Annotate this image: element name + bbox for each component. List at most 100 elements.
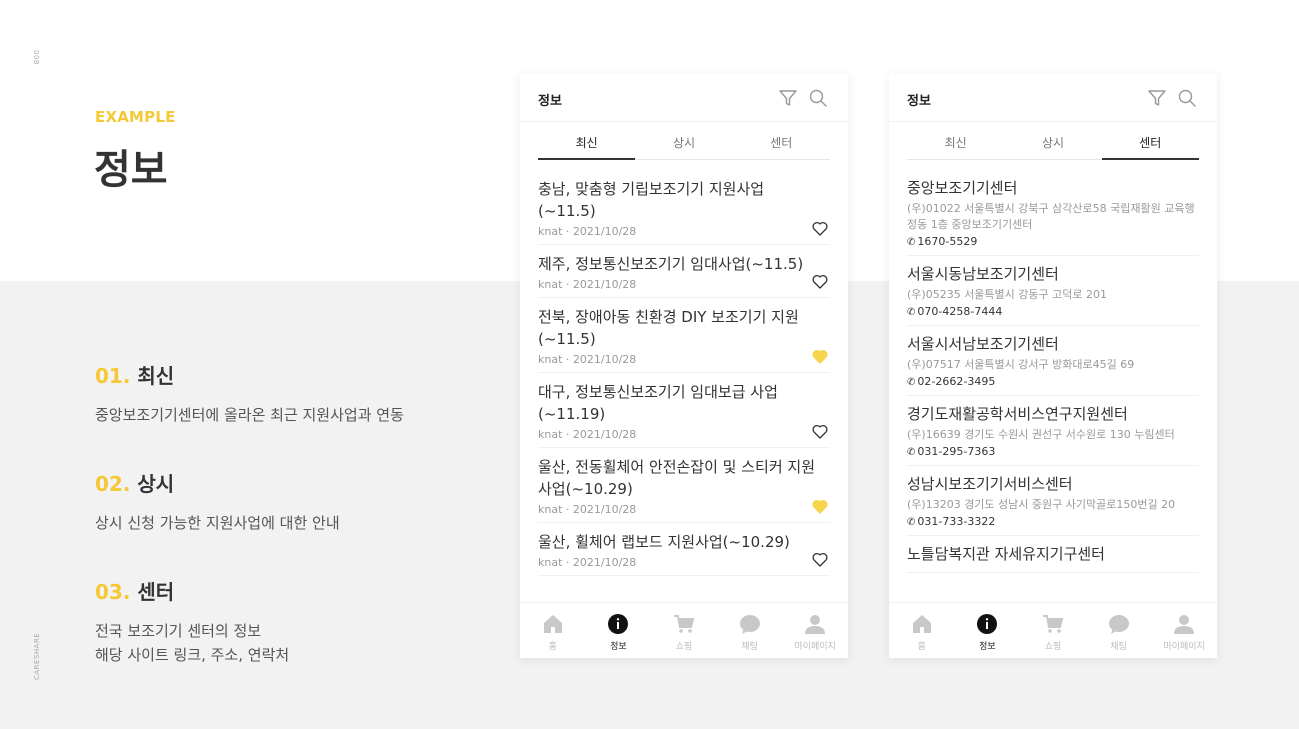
phone-screen-center: 정보 최신 상시 센터 중앙보조기기센터 (우)01022 서울특별시 강북구 …: [889, 74, 1217, 658]
phone-icon: ✆: [907, 377, 916, 388]
list-item[interactable]: 경기도재활공학서비스연구지원센터 (우)16639 경기도 수원시 권선구 서수…: [907, 396, 1199, 466]
tab-regular[interactable]: 상시: [1004, 130, 1101, 159]
feature-desc-line: 중앙보조기기센터에 올라온 최근 지원사업과 연동: [95, 406, 404, 424]
nav-shopping[interactable]: 쇼핑: [1020, 603, 1086, 658]
list-item[interactable]: 울산, 휠체어 랩보드 지원사업(~10.29) knat · 2021/10/…: [538, 523, 830, 576]
nav-label: 마이페이지: [794, 642, 836, 652]
center-phone-number: 031-295-7363: [917, 445, 996, 458]
tab-bar: 최신 상시 센터: [907, 130, 1200, 160]
center-name: 노틀담복지관 자세유지기구센터: [907, 545, 1105, 563]
list-item[interactable]: 서울시동남보조기기센터 (우)05235 서울특별시 강동구 고덕로 201 ✆…: [907, 256, 1199, 326]
nav-label: 채팅: [1110, 642, 1127, 652]
nav-chat[interactable]: 채팅: [717, 603, 783, 658]
heart-filled-icon[interactable]: [812, 349, 828, 364]
nav-label: 정보: [979, 642, 996, 652]
tab-latest[interactable]: 최신: [538, 130, 636, 160]
center-name: 서울시동남보조기기센터: [907, 265, 1059, 283]
center-name: 경기도재활공학서비스연구지원센터: [907, 405, 1128, 423]
chat-icon: [1108, 615, 1129, 634]
app-header: 정보: [520, 74, 848, 122]
nav-label: 홈: [917, 642, 926, 652]
info-icon: [608, 614, 629, 634]
nav-shopping[interactable]: 쇼핑: [651, 603, 717, 658]
phone-icon: ✆: [907, 307, 916, 318]
nav-home[interactable]: 홈: [520, 603, 586, 658]
phone-icon: ✆: [907, 447, 916, 458]
nav-mypage[interactable]: 마이페이지: [1151, 603, 1217, 658]
feature-desc-line: 해당 사이트 링크, 주소, 연락처: [95, 646, 290, 664]
brand-label: CARESHARE: [33, 632, 41, 680]
feature-desc-line: 상시 신청 가능한 지원사업에 대한 안내: [95, 514, 340, 532]
filter-icon[interactable]: [778, 88, 798, 108]
center-address: (우)07517 서울특별시 강서구 방화대로45길 69: [907, 358, 1135, 371]
phone-icon: ✆: [907, 517, 916, 528]
center-address: (우)01022 서울특별시 강북구 삼각산로58 국립재활원 교육행정동 1층…: [907, 202, 1195, 231]
post-title: 울산, 휠체어 랩보드 지원사업(~10.29): [538, 533, 790, 551]
post-meta: knat · 2021/10/28: [538, 556, 637, 569]
phone-screen-latest: 정보 최신 상시 센터 충남, 맞춤형 기립보조기기 지원사업(~11.5) k…: [520, 74, 848, 658]
feature-center: 03. 센터 전국 보조기기 센터의 정보 해당 사이트 링크, 주소, 연락처: [95, 576, 289, 667]
center-phone[interactable]: ✆ 070-4258-7444: [907, 305, 1199, 318]
search-icon[interactable]: [1177, 88, 1197, 108]
list-item[interactable]: 노틀담복지관 자세유지기구센터: [907, 536, 1199, 573]
list-item[interactable]: 성남시보조기기서비스센터 (우)13203 경기도 성남시 중원구 사기막골로1…: [907, 466, 1199, 536]
heart-icon[interactable]: [812, 424, 828, 439]
bottom-nav: 홈 정보 쇼핑 채팅 마이페이지: [889, 602, 1217, 658]
search-icon[interactable]: [808, 88, 828, 108]
filter-icon[interactable]: [1147, 88, 1167, 108]
nav-home[interactable]: 홈: [889, 603, 955, 658]
cart-icon: [1042, 615, 1064, 633]
app-header: 정보: [889, 74, 1217, 122]
feature-number: 03.: [95, 580, 131, 604]
center-phone[interactable]: ✆ 031-733-3322: [907, 515, 1199, 528]
post-title: 충남, 맞춤형 기립보조기기 지원사업(~11.5): [538, 180, 765, 220]
heart-filled-icon[interactable]: [812, 499, 828, 514]
post-meta: knat · 2021/10/28: [538, 503, 637, 516]
list-item[interactable]: 제주, 정보통신보조기기 임대사업(~11.5) knat · 2021/10/…: [538, 245, 830, 298]
home-icon: [543, 615, 562, 633]
nav-label: 홈: [548, 642, 557, 652]
tab-latest[interactable]: 최신: [907, 130, 1004, 159]
nav-mypage[interactable]: 마이페이지: [782, 603, 848, 658]
center-phone[interactable]: ✆ 1670-5529: [907, 235, 1199, 248]
tab-center[interactable]: 센터: [733, 130, 830, 159]
feature-title: 센터: [137, 580, 175, 604]
center-phone-number: 031-733-3322: [917, 515, 996, 528]
nav-chat[interactable]: 채팅: [1086, 603, 1152, 658]
feature-regular: 02. 상시 상시 신청 가능한 지원사업에 대한 안내: [95, 468, 340, 535]
tab-regular[interactable]: 상시: [635, 130, 732, 159]
center-name: 중앙보조기기센터: [907, 179, 1018, 197]
center-phone-number: 1670-5529: [917, 235, 978, 248]
tab-bar: 최신 상시 센터: [538, 130, 830, 160]
bottom-nav: 홈 정보 쇼핑 채팅 마이페이지: [520, 602, 848, 658]
list-item[interactable]: 중앙보조기기센터 (우)01022 서울특별시 강북구 삼각산로58 국립재활원…: [907, 170, 1199, 256]
heart-icon[interactable]: [812, 552, 828, 567]
tab-center[interactable]: 센터: [1101, 130, 1200, 160]
center-phone[interactable]: ✆ 031-295-7363: [907, 445, 1199, 458]
feature-title: 최신: [137, 364, 175, 388]
list-item[interactable]: 충남, 맞춤형 기립보조기기 지원사업(~11.5) knat · 2021/1…: [538, 170, 830, 245]
feature-heading: 02. 상시: [95, 468, 340, 497]
list-item[interactable]: 대구, 정보통신보조기기 임대보급 사업(~11.19) knat · 2021…: [538, 373, 830, 448]
post-meta: knat · 2021/10/28: [538, 428, 637, 441]
post-meta: knat · 2021/10/28: [538, 225, 637, 238]
feature-number: 02.: [95, 472, 131, 496]
heart-icon[interactable]: [812, 221, 828, 236]
list-item[interactable]: 서울시서남보조기기센터 (우)07517 서울특별시 강서구 방화대로45길 6…: [907, 326, 1199, 396]
post-meta: knat · 2021/10/28: [538, 353, 637, 366]
nav-info[interactable]: 정보: [955, 603, 1021, 658]
post-title: 제주, 정보통신보조기기 임대사업(~11.5): [538, 255, 804, 273]
nav-label: 채팅: [741, 642, 758, 652]
feature-description: 상시 신청 가능한 지원사업에 대한 안내: [95, 511, 340, 535]
nav-label: 쇼핑: [675, 642, 693, 652]
nav-label: 쇼핑: [1044, 642, 1062, 652]
center-phone[interactable]: ✆ 02-2662-3495: [907, 375, 1199, 388]
list-item[interactable]: 울산, 전동휠체어 안전손잡이 및 스티커 지원사업(~10.29) knat …: [538, 448, 830, 523]
nav-info[interactable]: 정보: [586, 603, 652, 658]
center-phone-number: 02-2662-3495: [917, 375, 996, 388]
post-title: 전북, 장애아동 친환경 DIY 보조기기 지원(~11.5): [538, 308, 799, 348]
center-phone-number: 070-4258-7444: [917, 305, 1003, 318]
list-item[interactable]: 전북, 장애아동 친환경 DIY 보조기기 지원(~11.5) knat · 2…: [538, 298, 830, 373]
heart-icon[interactable]: [812, 274, 828, 289]
page-number: 008: [32, 50, 40, 65]
